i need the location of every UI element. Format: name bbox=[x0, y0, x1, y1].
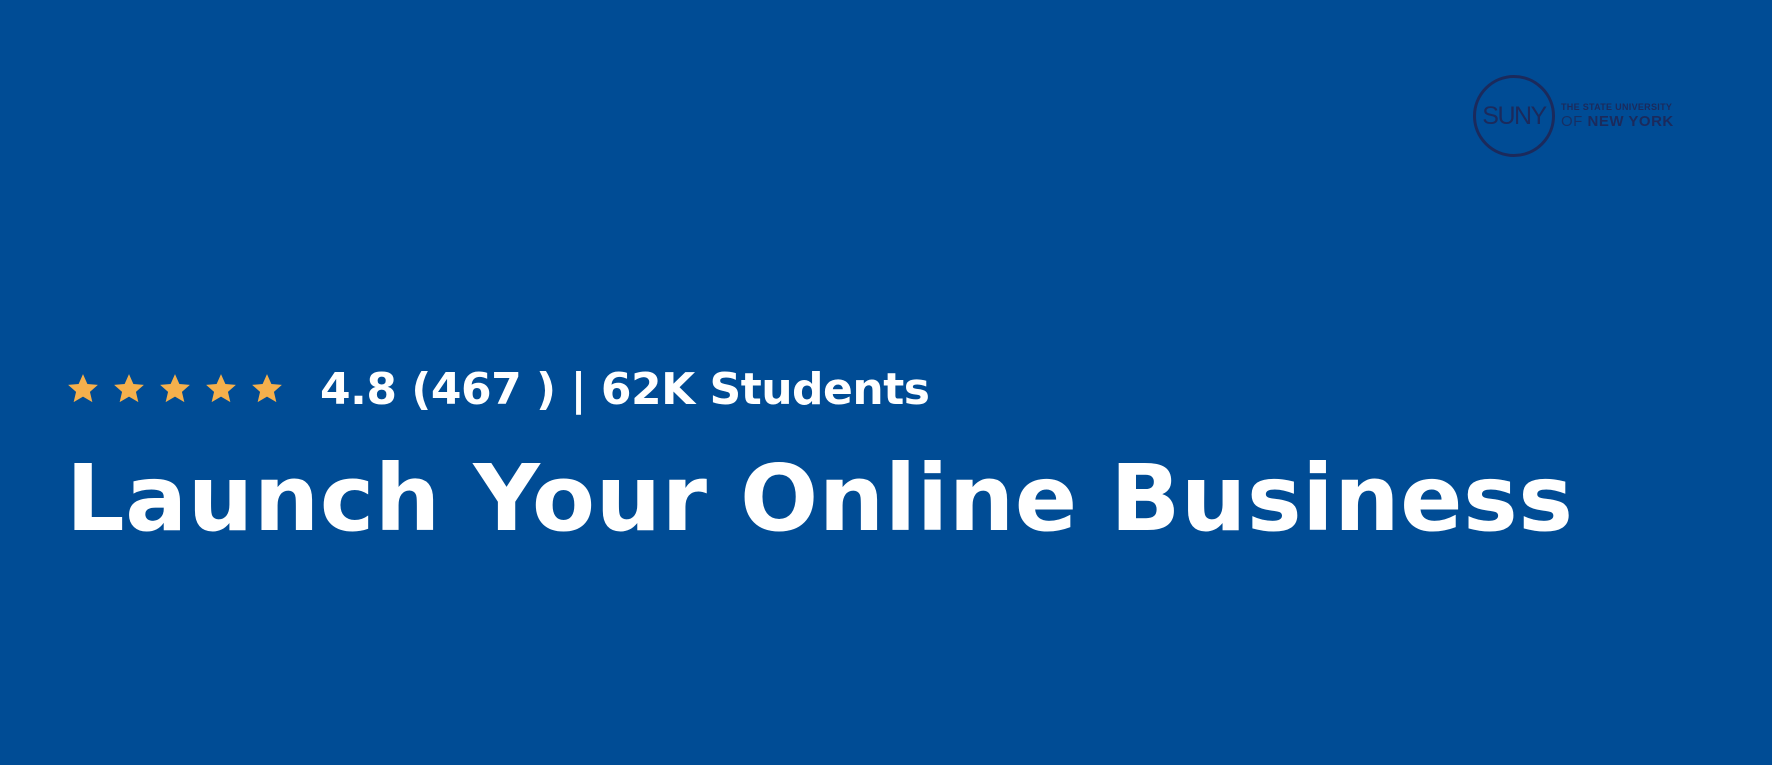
logo-wordmark: THE STATE UNIVERSITY OF NEW YORK bbox=[1561, 102, 1674, 130]
logo-line-2: OF NEW YORK bbox=[1561, 114, 1674, 129]
logo-line-2-prefix: OF bbox=[1561, 113, 1583, 130]
star-rating bbox=[66, 372, 284, 406]
star-icon bbox=[204, 372, 238, 406]
rating-row: 4.8 (467 ) | 62K Students bbox=[66, 362, 930, 416]
star-icon bbox=[158, 372, 192, 406]
logo-line-2-main: NEW YORK bbox=[1587, 113, 1674, 130]
star-icon bbox=[250, 372, 284, 406]
course-banner: SUNY THE STATE UNIVERSITY OF NEW YORK 4.… bbox=[0, 0, 1772, 765]
suny-seal-icon: SUNY bbox=[1473, 75, 1555, 157]
logo-seal-text: SUNY bbox=[1482, 101, 1547, 130]
suny-logo: SUNY THE STATE UNIVERSITY OF NEW YORK bbox=[1473, 72, 1693, 160]
logo-line-1: THE STATE UNIVERSITY bbox=[1561, 102, 1673, 112]
course-title: Launch Your Online Business bbox=[66, 445, 1574, 552]
rating-summary: 4.8 (467 ) | 62K Students bbox=[320, 363, 930, 415]
star-icon bbox=[112, 372, 146, 406]
star-icon bbox=[66, 372, 100, 406]
